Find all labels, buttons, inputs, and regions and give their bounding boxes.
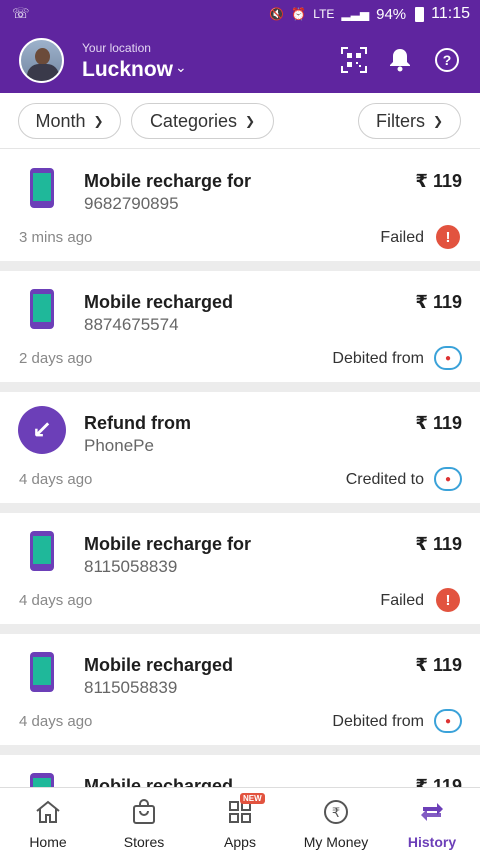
- transaction-list[interactable]: Mobile recharge for 9682790895 ₹ 119 3 m…: [0, 150, 480, 787]
- location-label: Your location: [82, 41, 151, 55]
- categories-filter-chip[interactable]: Categories ❯: [131, 103, 274, 139]
- battery-icon: [415, 6, 425, 22]
- failed-icon: !: [436, 588, 460, 612]
- transaction-time: 4 days ago: [19, 471, 93, 488]
- mobile-icon: [18, 527, 66, 575]
- status-bar: ☏ 🔇 ⏰ LTE ▂▃▅ 94% 11:15: [0, 0, 480, 28]
- transaction-subtitle: 8115058839: [84, 557, 178, 576]
- avatar-head: [35, 48, 50, 65]
- home-icon: [35, 798, 61, 826]
- nav-history[interactable]: History: [384, 788, 480, 853]
- transaction-amount: ₹ 119: [415, 534, 462, 554]
- transaction-card[interactable]: Mobile recharged ₹ 119: [0, 755, 480, 787]
- location-city[interactable]: Lucknow: [82, 58, 173, 82]
- nav-home-label: Home: [29, 834, 67, 850]
- network-type: LTE: [313, 7, 335, 21]
- wifi-call-icon: ☏: [12, 5, 30, 21]
- transaction-card[interactable]: Mobile recharge for 8115058839 ₹ 119 4 d…: [0, 513, 480, 624]
- transaction-card[interactable]: Mobile recharged 8874675574 ₹ 119 2 days…: [0, 271, 480, 382]
- refund-icon: ↙: [18, 406, 66, 454]
- transaction-amount: ₹ 119: [415, 413, 462, 433]
- signal-icon: ▂▃▅: [341, 7, 370, 21]
- transaction-subtitle: 9682790895: [84, 194, 179, 213]
- filter-bar: Month ❯ Categories ❯ Filters ❯: [0, 93, 480, 149]
- clock: 11:15: [431, 5, 470, 22]
- chevron-down-icon: ❯: [432, 114, 444, 128]
- transaction-title: Refund from: [84, 413, 191, 433]
- bottom-navigation: Home Stores NEW Apps ₹ My Money History: [0, 787, 480, 853]
- svg-text:₹: ₹: [332, 806, 340, 821]
- transaction-time: 2 days ago: [19, 350, 93, 367]
- transaction-title: Mobile recharged: [84, 776, 234, 787]
- transaction-card[interactable]: Mobile recharged 8115058839 ₹ 119 4 days…: [0, 634, 480, 745]
- transaction-card[interactable]: ↙ Refund from PhonePe ₹ 119 4 days ago C…: [0, 392, 480, 503]
- swap-arrows-icon: [419, 798, 445, 826]
- chevron-down-icon: ❯: [93, 114, 104, 128]
- nav-home[interactable]: Home: [0, 788, 96, 853]
- transaction-status: Failed: [380, 229, 424, 246]
- bank-logo-icon: ●: [434, 467, 462, 491]
- nav-history-label: History: [407, 834, 457, 850]
- transaction-title: Mobile recharged: [84, 655, 234, 675]
- transaction-status: Debited from: [332, 350, 424, 367]
- transaction-status: Failed: [380, 592, 424, 609]
- filters-label: Filters: [375, 110, 425, 131]
- battery-percent: 94%: [376, 5, 407, 23]
- new-badge: NEW: [240, 793, 265, 804]
- transaction-amount: ₹ 119: [415, 776, 462, 787]
- bank-logo-icon: ●: [434, 709, 462, 733]
- chevron-down-icon: ❯: [244, 114, 256, 128]
- month-filter-chip[interactable]: Month ❯: [18, 103, 121, 139]
- mobile-icon: [18, 164, 66, 212]
- help-icon[interactable]: ?: [433, 46, 461, 74]
- nav-stores[interactable]: Stores: [96, 788, 192, 853]
- transaction-time: 4 days ago: [19, 713, 93, 730]
- filters-chip[interactable]: Filters ❯: [358, 103, 461, 139]
- transaction-subtitle: 8115058839: [84, 678, 178, 697]
- phonepe-history-screen: ☏ 🔇 ⏰ LTE ▂▃▅ 94% 11:15 Your location Lu…: [0, 0, 480, 853]
- transaction-time: 4 days ago: [19, 592, 93, 609]
- mobile-icon: [18, 648, 66, 696]
- status-indicators: 🔇 ⏰ LTE ▂▃▅ 94% 11:15: [269, 5, 470, 23]
- transaction-subtitle: PhonePe: [84, 436, 154, 455]
- categories-filter-label: Categories: [149, 110, 237, 131]
- chevron-down-icon[interactable]: ⌄: [175, 59, 187, 76]
- transaction-status: Debited from: [332, 713, 424, 730]
- svg-text:?: ?: [443, 52, 452, 68]
- month-filter-label: Month: [35, 110, 86, 131]
- transaction-time: 3 mins ago: [19, 229, 93, 246]
- alarm-icon: ⏰: [291, 7, 307, 21]
- nav-apps[interactable]: NEW Apps: [192, 788, 288, 853]
- transaction-amount: ₹ 119: [415, 292, 462, 312]
- shopping-bag-icon: [132, 798, 156, 826]
- transaction-status: Credited to: [345, 471, 424, 488]
- transaction-subtitle: 8874675574: [84, 315, 179, 334]
- notification-bell-icon[interactable]: [386, 46, 414, 74]
- transaction-card[interactable]: Mobile recharge for 9682790895 ₹ 119 3 m…: [0, 150, 480, 261]
- failed-icon: !: [436, 225, 460, 249]
- profile-avatar[interactable]: [19, 38, 64, 83]
- mobile-icon: [18, 285, 66, 333]
- avatar-body: [27, 64, 59, 81]
- bank-logo-icon: ●: [434, 346, 462, 370]
- qr-scan-icon[interactable]: [340, 46, 368, 74]
- nav-stores-label: Stores: [123, 834, 165, 850]
- nav-my-money-label: My Money: [303, 834, 369, 850]
- mute-icon: 🔇: [269, 7, 285, 21]
- transaction-title: Mobile recharge for: [84, 171, 252, 191]
- transaction-amount: ₹ 119: [415, 655, 462, 675]
- app-header: Your location Lucknow ⌄ ?: [0, 28, 480, 93]
- nav-my-money[interactable]: ₹ My Money: [288, 788, 384, 853]
- mobile-icon: [18, 769, 66, 787]
- transaction-amount: ₹ 119: [415, 171, 462, 191]
- rupee-icon: ₹: [323, 798, 349, 826]
- transaction-title: Mobile recharged: [84, 292, 234, 312]
- transaction-title: Mobile recharge for: [84, 534, 252, 554]
- nav-apps-label: Apps: [224, 834, 256, 850]
